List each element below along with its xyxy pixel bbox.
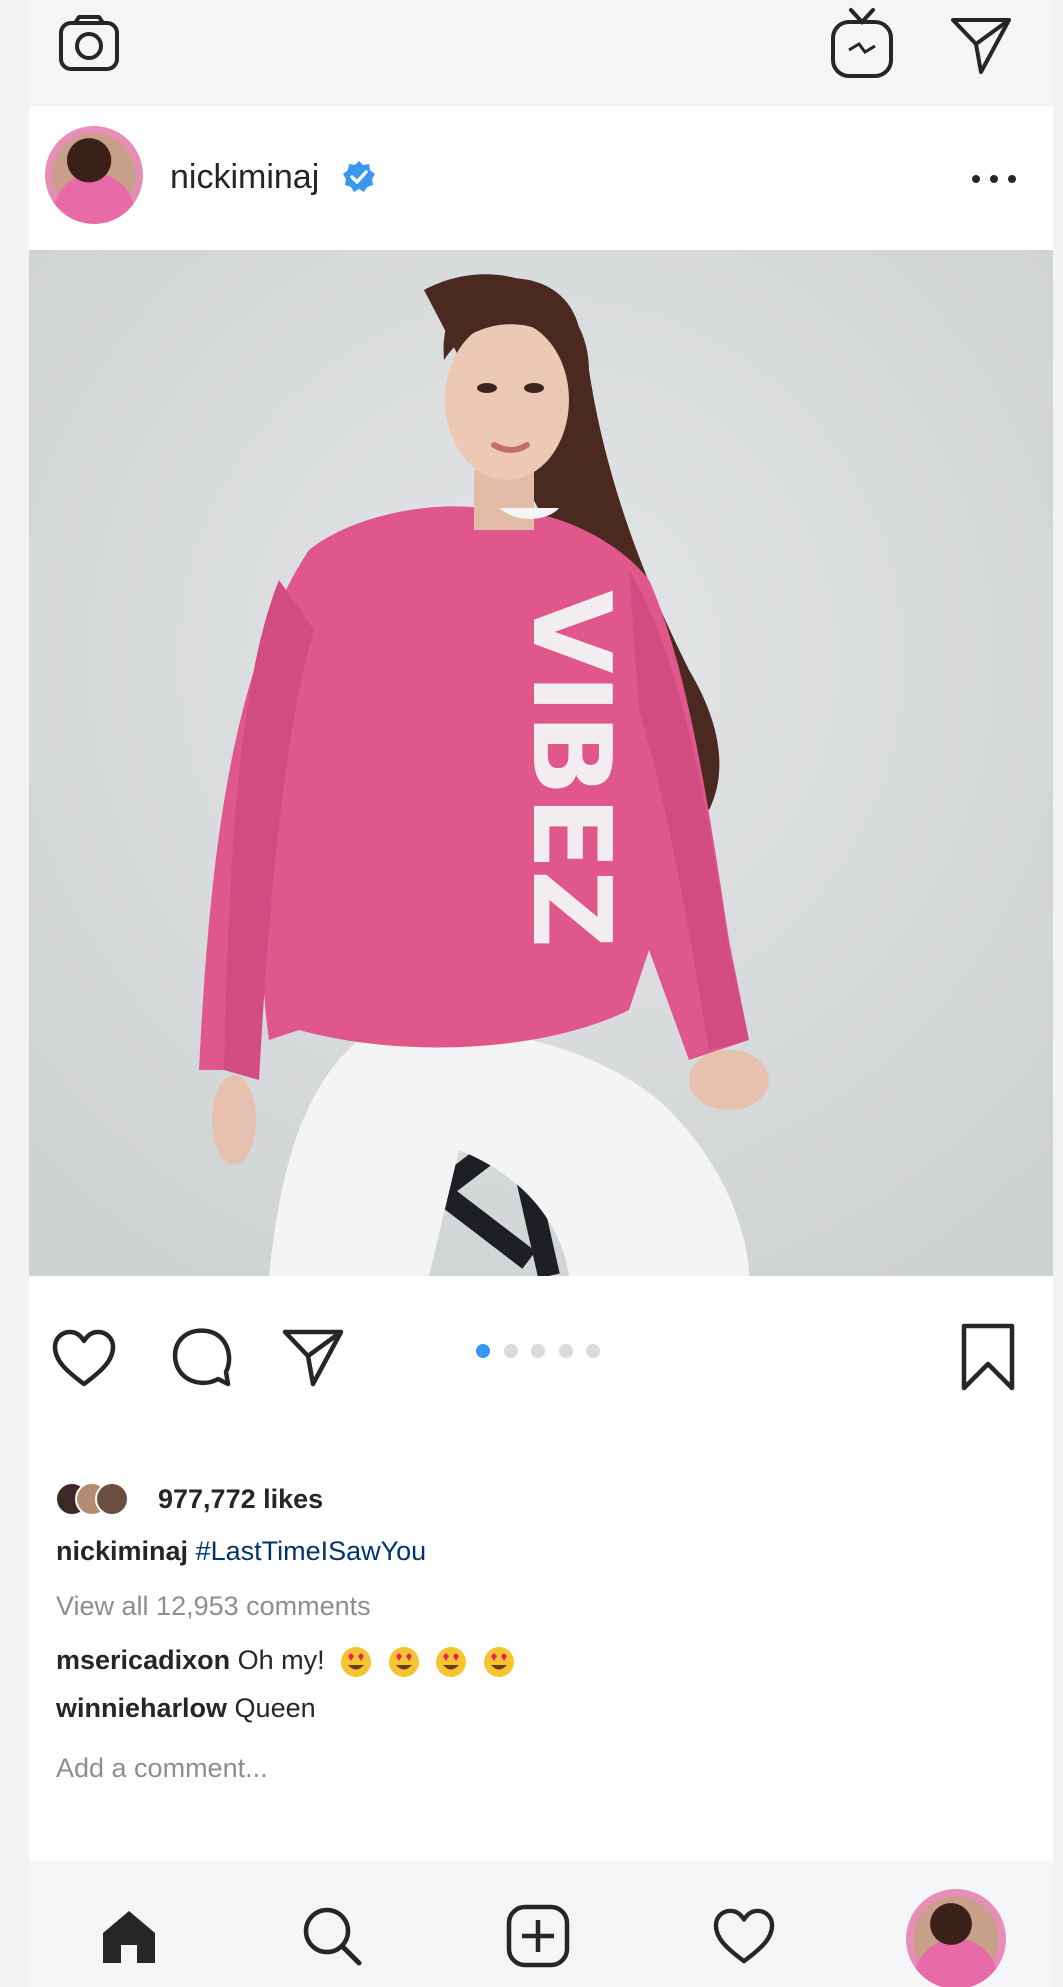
heart-eyes-emoji-icon	[436, 1646, 467, 1677]
comment-username[interactable]: winnieharlow	[56, 1693, 227, 1723]
comment-row: msericadixon Oh my!	[56, 1645, 515, 1678]
comment-username[interactable]: msericadixon	[56, 1645, 230, 1675]
carousel-dot	[559, 1344, 573, 1358]
liker-avatar	[95, 1482, 129, 1516]
comment-text: Queen	[234, 1693, 316, 1723]
camera-icon[interactable]	[57, 14, 121, 74]
carousel-dot	[504, 1344, 518, 1358]
heart-eyes-emoji-icon	[388, 1646, 419, 1677]
activity-heart-icon[interactable]	[712, 1907, 776, 1965]
bottom-nav	[29, 1861, 1053, 1987]
sweater-print-text: VIBEZ	[508, 590, 633, 948]
heart-eyes-emoji-icon	[341, 1646, 372, 1677]
caption: nickiminaj #LastTimeISawYou	[56, 1536, 426, 1567]
post-photo-illustration: VIBEZ	[29, 250, 1053, 1276]
comment-icon[interactable]	[170, 1326, 232, 1388]
comment-text: Oh my!	[237, 1645, 325, 1675]
author-avatar[interactable]	[45, 126, 143, 224]
carousel-dot	[586, 1344, 600, 1358]
top-bar	[29, 0, 1053, 106]
like-heart-icon[interactable]	[51, 1328, 117, 1388]
home-icon[interactable]	[99, 1907, 159, 1965]
post-header: nickiminaj	[29, 106, 1053, 246]
heart-eyes-emoji-icon	[483, 1646, 514, 1677]
carousel-dot	[476, 1344, 490, 1358]
author-username[interactable]: nickiminaj	[170, 158, 319, 197]
caption-hashtag[interactable]: #LastTimeISawYou	[196, 1536, 427, 1566]
profile-avatar[interactable]	[906, 1889, 1006, 1987]
caption-username[interactable]: nickiminaj	[56, 1536, 188, 1566]
save-bookmark-icon[interactable]	[958, 1322, 1018, 1392]
share-icon[interactable]	[281, 1326, 345, 1388]
igtv-icon[interactable]	[829, 6, 895, 80]
carousel-dot	[531, 1344, 545, 1358]
more-options-icon[interactable]	[969, 172, 1019, 184]
direct-message-icon[interactable]	[949, 14, 1013, 76]
search-icon[interactable]	[301, 1905, 363, 1967]
add-comment-input[interactable]: Add a comment...	[56, 1753, 268, 1784]
instagram-feed: nickiminaj VIBEZ 977,772 likes nickimina…	[29, 0, 1053, 1987]
view-all-comments-link[interactable]: View all 12,953 comments	[56, 1591, 371, 1622]
comment-row: winnieharlow Queen	[56, 1693, 316, 1724]
likes-count[interactable]: 977,772 likes	[158, 1484, 323, 1515]
new-post-icon[interactable]	[505, 1903, 571, 1969]
post-photo[interactable]: VIBEZ	[29, 250, 1053, 1276]
verified-badge-icon	[342, 160, 376, 194]
